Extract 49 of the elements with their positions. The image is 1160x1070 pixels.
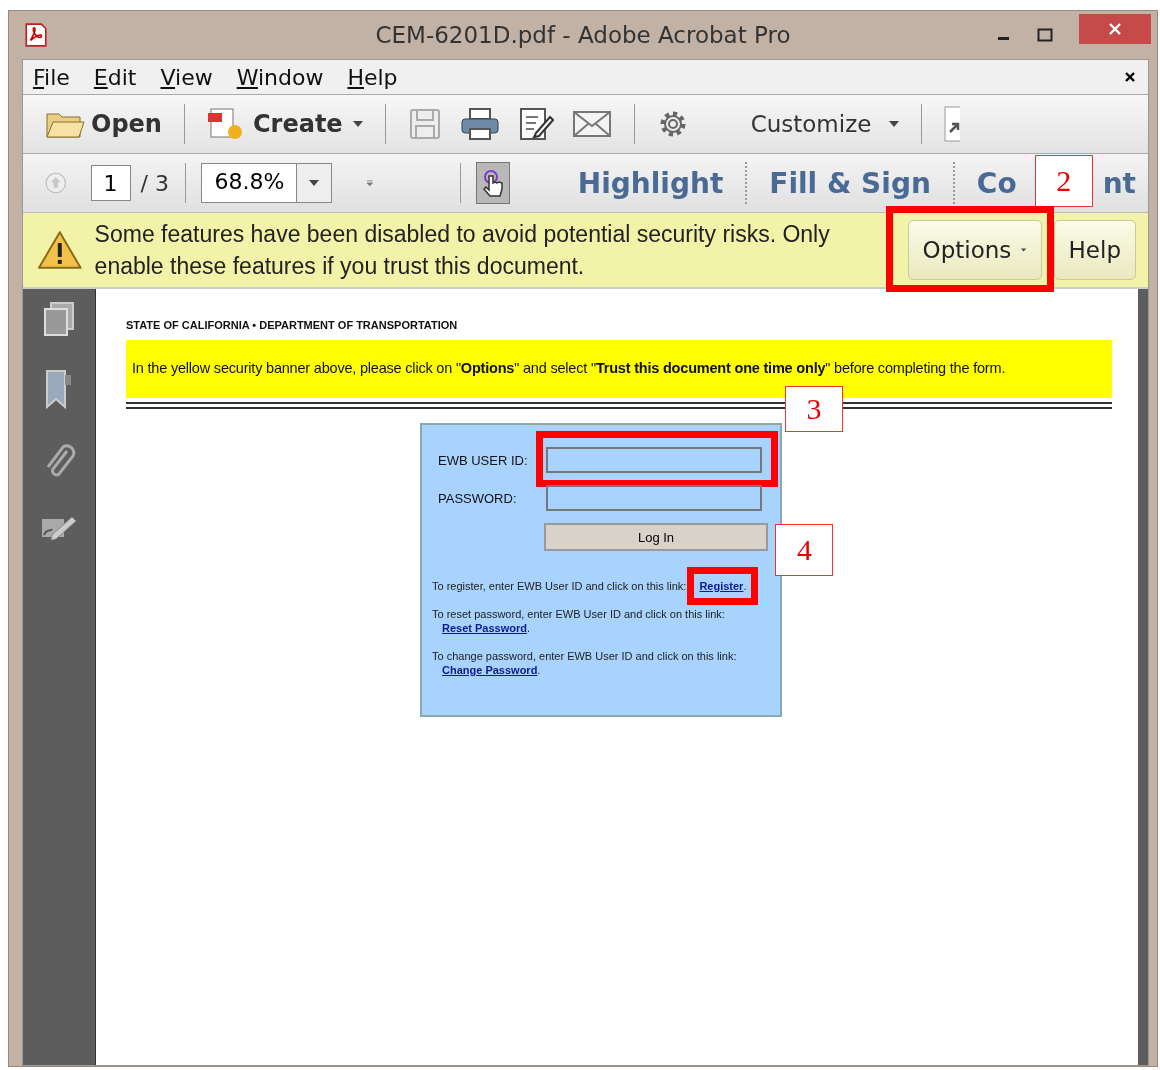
input-field[interactable] <box>546 447 762 473</box>
step-number: 2 <box>1034 155 1093 207</box>
caret-icon <box>309 180 320 186</box>
window-title: CEM-6201D.pdf - Adobe Acrobat Pro <box>375 22 791 48</box>
pages-icon[interactable] <box>41 301 77 337</box>
help-link[interactable]: Register <box>699 580 744 592</box>
create-button[interactable]: Create <box>206 107 363 141</box>
step-number: 4 <box>775 524 834 576</box>
help-text: To change password, enter EWB User ID and click on this link: Change Password. <box>432 649 738 677</box>
instruction-banner: In the yellow security banner above, please click on "Options" and select "Trust this document one time only" before completing the form. <box>126 340 1112 398</box>
caret-icon <box>1021 247 1027 253</box>
zoom-dropdown[interactable]: 68.8% <box>201 163 333 203</box>
menu-item[interactable]: File <box>33 64 70 90</box>
log-in-button[interactable]: Log In <box>544 523 768 551</box>
page-number-field[interactable]: 1 <box>90 165 131 201</box>
field-label: EWB USER ID: <box>437 452 529 468</box>
security-message: Some features have been disabled to avoid potential security risks. Only enable these features if you trust this document. <box>94 220 831 281</box>
close-button[interactable] <box>1079 14 1151 44</box>
agency-header: STATE OF CALIFORNIA • DEPARTMENT OF TRANSPORTATION <box>126 319 459 331</box>
caret-icon <box>889 121 900 127</box>
tool-pane-link[interactable]: Co <box>964 166 1029 200</box>
menu-item[interactable]: Edit <box>93 64 137 90</box>
maximize-icon[interactable] <box>1037 28 1053 42</box>
more-tools-icon[interactable] <box>366 177 374 189</box>
print-icon[interactable] <box>459 107 500 141</box>
step-number: 3 <box>785 386 843 432</box>
warning-icon <box>37 229 83 271</box>
tool-pane-link[interactable]: Fill & Sign <box>757 166 943 200</box>
input-field[interactable] <box>546 485 762 511</box>
menu-item[interactable]: View <box>160 64 213 90</box>
menu-item[interactable]: Window <box>236 64 324 90</box>
page-count: / 3 <box>140 170 169 196</box>
tool-pane-link[interactable]: nt <box>1102 166 1148 200</box>
caret-icon <box>352 121 363 127</box>
help-button[interactable]: Help <box>1053 220 1136 280</box>
edit-document-icon[interactable] <box>517 107 554 141</box>
help-text: To reset password, enter EWB User ID and click on this link: Reset Password. <box>432 607 726 635</box>
help-link[interactable]: Reset Password <box>442 622 527 634</box>
close-icon[interactable] <box>1124 71 1136 83</box>
email-icon[interactable] <box>571 109 612 139</box>
field-label: PASSWORD: <box>437 490 518 506</box>
expand-icon[interactable] <box>944 106 961 142</box>
pdf-icon <box>23 22 49 48</box>
hand-tool-button[interactable] <box>476 162 510 204</box>
tool-pane-link[interactable]: Highlight <box>565 166 736 200</box>
menu-item[interactable]: Help <box>347 64 398 90</box>
options-button[interactable]: Options <box>907 220 1042 280</box>
customize-button[interactable]: Customize <box>750 111 900 137</box>
open-button[interactable]: Open <box>45 109 162 139</box>
